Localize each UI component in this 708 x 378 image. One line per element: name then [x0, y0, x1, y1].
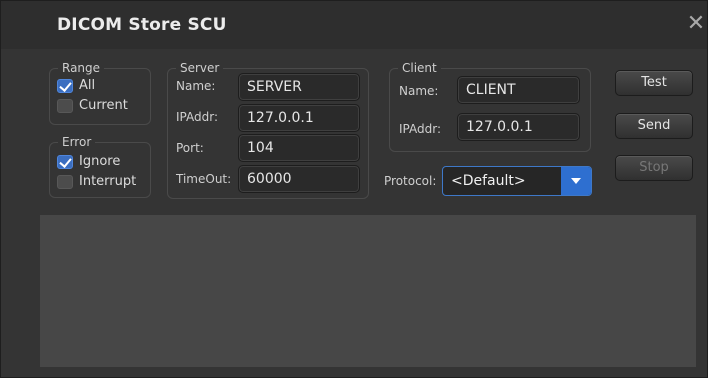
server-ip-field[interactable]: 127.0.0.1	[238, 104, 360, 132]
server-timeout-field[interactable]: 60000	[238, 165, 360, 193]
server-name-field[interactable]: SERVER	[238, 73, 360, 101]
range-current-checkbox[interactable]: Current	[57, 98, 128, 113]
dicom-store-scu-dialog: DICOM Store SCU ✕ Range All Current Erro…	[0, 0, 708, 378]
title-bar[interactable]: DICOM Store SCU ✕	[1, 1, 707, 49]
server-name-label: Name:	[176, 79, 216, 93]
send-button[interactable]: Send	[615, 113, 693, 139]
close-icon[interactable]: ✕	[685, 13, 707, 35]
checkbox-empty-icon	[57, 174, 73, 189]
client-name-label: Name:	[399, 84, 439, 98]
range-all-label: All	[79, 78, 96, 93]
error-group: Error Ignore Interrupt	[49, 134, 151, 198]
server-port-field[interactable]: 104	[238, 134, 360, 162]
server-port-label: Port:	[176, 141, 204, 155]
range-group: Range All Current	[49, 60, 151, 125]
chevron-down-icon[interactable]	[561, 167, 591, 195]
output-log-area[interactable]	[40, 215, 696, 367]
checkmark-icon	[57, 154, 73, 169]
server-legend: Server	[176, 60, 224, 76]
client-ip-field[interactable]: 127.0.0.1	[457, 113, 580, 141]
error-ignore-checkbox[interactable]: Ignore	[57, 154, 120, 169]
error-interrupt-label: Interrupt	[79, 174, 137, 189]
protocol-label: Protocol:	[384, 174, 437, 188]
range-current-label: Current	[79, 98, 128, 113]
range-all-checkbox[interactable]: All	[57, 78, 95, 93]
error-legend: Error	[58, 134, 96, 150]
client-legend: Client	[398, 60, 441, 76]
client-ip-label: IPAddr:	[399, 122, 442, 136]
checkbox-empty-icon	[57, 98, 73, 113]
protocol-selected-value: <Default>	[451, 173, 526, 189]
error-ignore-label: Ignore	[79, 154, 121, 169]
protocol-select[interactable]: <Default>	[442, 166, 592, 196]
range-legend: Range	[58, 60, 105, 76]
server-ip-label: IPAddr:	[176, 110, 219, 124]
client-name-field[interactable]: CLIENT	[457, 76, 580, 104]
checkmark-icon	[57, 78, 73, 93]
server-timeout-label: TimeOut:	[176, 172, 232, 186]
test-button[interactable]: Test	[615, 70, 693, 96]
dialog-title: DICOM Store SCU	[57, 15, 227, 35]
stop-button[interactable]: Stop	[615, 155, 693, 181]
error-interrupt-checkbox[interactable]: Interrupt	[57, 174, 136, 189]
